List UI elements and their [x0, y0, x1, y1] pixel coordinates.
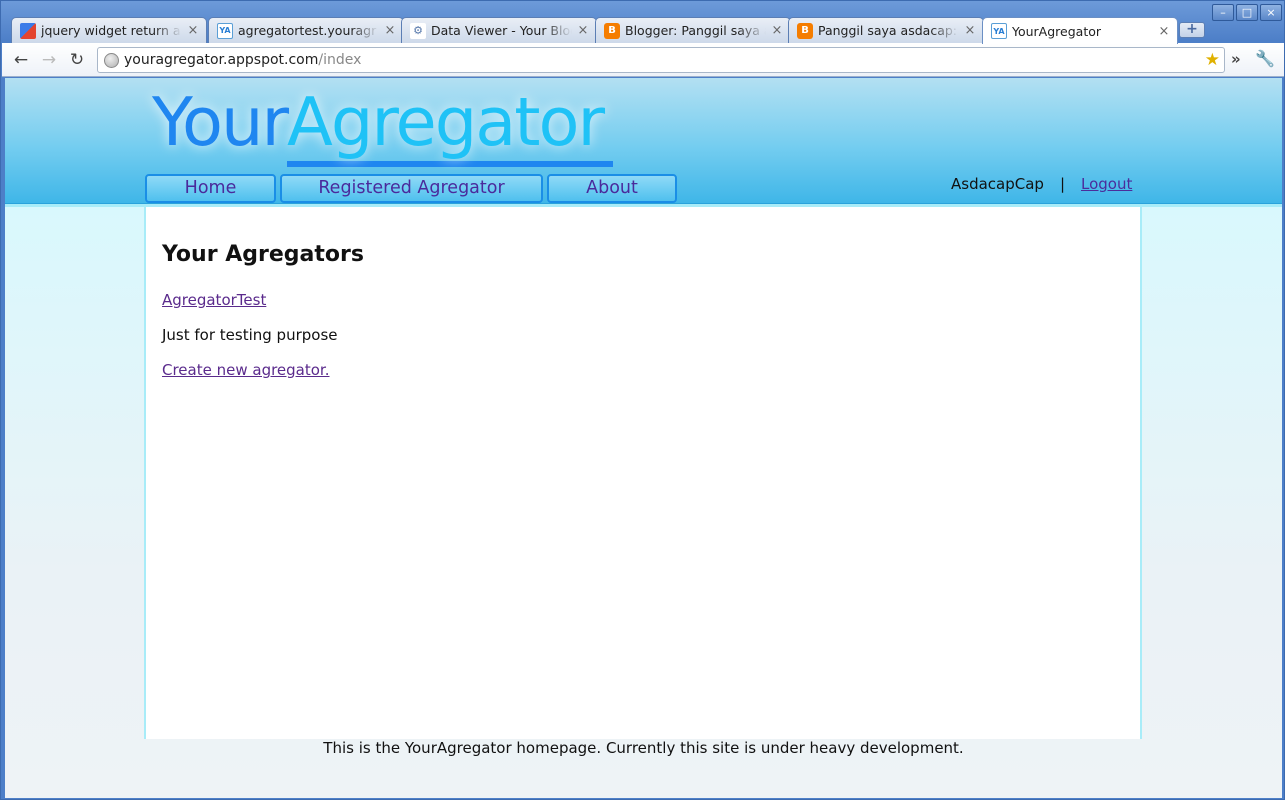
tab-strip: jquery widget return a × YA agregatortes…: [1, 1, 1285, 44]
tab-youragregator[interactable]: YA YourAgregator ×: [982, 17, 1178, 44]
minimize-icon[interactable]: –: [1212, 4, 1234, 21]
youragregator-icon: YA: [217, 22, 233, 39]
page-footer: This is the YourAgregator homepage. Curr…: [323, 739, 964, 757]
data-viewer-icon: ⚙: [410, 22, 426, 39]
main-content: Your Agregators AgregatorTest Just for t…: [144, 207, 1142, 739]
browser-toolbar: ← → ↻ youragregator.appspot.com/index ★ …: [2, 43, 1284, 77]
address-bar[interactable]: youragregator.appspot.com/index ★: [97, 47, 1225, 73]
tab-data-viewer[interactable]: ⚙ Data Viewer - Your Blog ×: [401, 17, 597, 43]
close-icon[interactable]: ×: [383, 23, 397, 38]
close-icon[interactable]: ×: [963, 23, 977, 38]
url-host: youragregator.appspot.com: [124, 52, 319, 68]
chevron-right-icon[interactable]: »: [1231, 50, 1241, 68]
page-title: Your Agregators: [162, 242, 364, 267]
tab-blogger-panggil[interactable]: B Blogger: Panggil saya a ×: [595, 17, 791, 43]
new-tab-button[interactable]: +: [1179, 22, 1205, 38]
youragregator-icon: YA: [991, 23, 1007, 39]
close-window-icon[interactable]: ×: [1260, 4, 1282, 21]
url-path: /index: [318, 52, 362, 68]
blogger-icon: B: [604, 22, 620, 39]
tab-panggil-saya[interactable]: B Panggil saya asdacap: ×: [788, 17, 984, 43]
close-icon[interactable]: ×: [576, 23, 590, 38]
separator: |: [1059, 175, 1065, 193]
site-logo[interactable]: YourAgregator: [152, 82, 614, 167]
username: AsdacapCap: [951, 175, 1044, 193]
agregator-description: Just for testing purpose: [162, 326, 338, 344]
create-agregator-link[interactable]: Create new agregator.: [162, 361, 330, 379]
logout-link[interactable]: Logout: [1081, 175, 1132, 193]
tab-title: Data Viewer - Your Blog: [431, 23, 572, 38]
tab-jquery-widget[interactable]: jquery widget return a ×: [11, 17, 207, 43]
back-arrow-icon[interactable]: ←: [10, 49, 32, 71]
nav-registered-agregator-button[interactable]: Registered Agregator: [280, 174, 543, 203]
wrench-icon[interactable]: 🔧: [1255, 49, 1275, 68]
blogger-icon: B: [797, 22, 813, 39]
tab-title: YourAgregator: [1012, 23, 1102, 39]
user-area: AsdacapCap | Logout: [951, 175, 1132, 193]
globe-icon: [104, 52, 119, 68]
bookmark-star-icon[interactable]: ★: [1205, 50, 1220, 70]
nav-home-button[interactable]: Home: [145, 174, 276, 203]
close-icon[interactable]: ×: [1157, 24, 1171, 39]
tab-title: Panggil saya asdacap:: [818, 23, 957, 38]
close-icon[interactable]: ×: [186, 23, 200, 38]
tab-title: agregatortest.youragr: [238, 23, 377, 38]
nav-about-button[interactable]: About: [547, 174, 677, 203]
google-icon: [20, 22, 36, 39]
logo-your: Your: [152, 83, 289, 161]
logo-agregator: Agregator: [287, 83, 614, 167]
tab-title: jquery widget return a: [41, 23, 181, 38]
reload-icon[interactable]: ↻: [66, 49, 88, 71]
tab-title: Blogger: Panggil saya a: [625, 23, 766, 38]
page-viewport: YourAgregator Home Registered Agregator …: [5, 78, 1282, 798]
close-icon[interactable]: ×: [770, 23, 784, 38]
forward-arrow-icon[interactable]: →: [38, 49, 60, 71]
site-header: YourAgregator Home Registered Agregator …: [5, 78, 1282, 204]
browser-window: jquery widget return a × YA agregatortes…: [0, 0, 1285, 800]
tab-agregatortest[interactable]: YA agregatortest.youragr ×: [208, 17, 404, 43]
window-controls: – □ ×: [1212, 4, 1282, 21]
agregator-link[interactable]: AgregatorTest: [162, 291, 266, 309]
maximize-icon[interactable]: □: [1236, 4, 1258, 21]
